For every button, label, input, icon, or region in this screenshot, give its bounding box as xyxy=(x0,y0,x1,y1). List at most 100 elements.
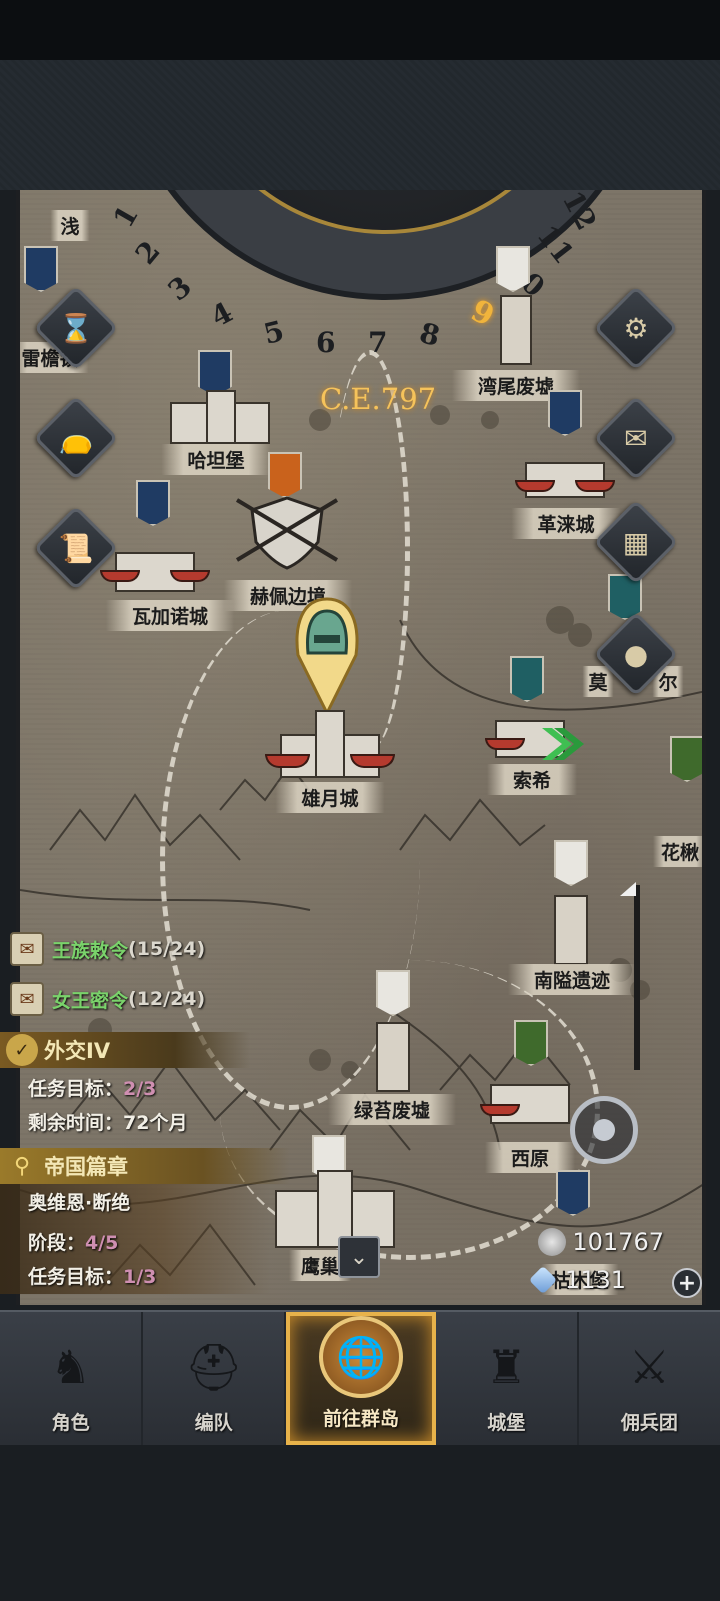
swords-icon: ⚔ xyxy=(628,1340,671,1394)
quest-queen-secret-count: (12/24) xyxy=(128,988,206,1010)
knight-icon: ♞ xyxy=(49,1340,92,1394)
lvtai-tower xyxy=(376,1022,410,1092)
advance-arrow-icon[interactable] xyxy=(540,724,586,764)
gelai-banner xyxy=(548,390,582,436)
nav-castle[interactable]: ♜ 城堡 xyxy=(436,1312,579,1445)
quest-queen-secret[interactable]: ✉ 女王密令 (12/24) xyxy=(10,982,205,1016)
diplomacy-time-value: 72个月 xyxy=(123,1112,188,1134)
leiyan-banner xyxy=(24,246,58,292)
nav-character[interactable]: ♞ 角色 xyxy=(0,1312,144,1445)
place-hatan-label[interactable]: 哈坦堡 xyxy=(161,444,271,475)
diplomacy-time: 剩余时间：72个月 xyxy=(28,1108,187,1135)
wanwei-banner xyxy=(496,246,530,292)
world-map[interactable]: C.E.797 1 2 3 4 5 6 7 8 9 10 11 12 浅 雷檐镇… xyxy=(16,190,706,1305)
diplomacy-target: 任务目标：2/3 xyxy=(28,1074,156,1101)
mail-icon: ✉ xyxy=(624,421,648,455)
globe-icon: 🌐 xyxy=(319,1316,403,1398)
silver-coin-icon xyxy=(538,1228,567,1256)
diplomacy-time-label: 剩余时间： xyxy=(28,1112,124,1134)
era-label: C.E.797 xyxy=(320,382,437,416)
nav-character-label: 角色 xyxy=(51,1412,90,1434)
handshake-icon: ✓ xyxy=(6,1034,38,1066)
place-lvtai-label[interactable]: 绿苔废墟 xyxy=(327,1094,457,1125)
place-huajiao-label[interactable]: 花楸 xyxy=(652,836,702,867)
lvtai-banner xyxy=(376,970,410,1016)
magnifier-icon: ⚲ xyxy=(13,1153,31,1179)
nav-mercenaries-label: 佣兵团 xyxy=(620,1412,678,1434)
hepei-shield-icon xyxy=(235,496,339,570)
place-suoxi-label[interactable]: 索希 xyxy=(486,764,578,795)
scroll-icon: ✉ xyxy=(10,982,44,1016)
nav-archipelago-label: 前往群岛 xyxy=(323,1408,400,1430)
suoxi-banner xyxy=(510,656,544,702)
nanai-banner xyxy=(554,840,588,886)
empire-chapter-stage: 阶段：4/5 xyxy=(28,1228,118,1255)
player-helmet-marker-icon[interactable] xyxy=(292,595,362,715)
place-xiyuan-label[interactable]: 西原 xyxy=(484,1142,576,1173)
top-band xyxy=(0,60,720,190)
crystal-resource: 1131 xyxy=(528,1265,626,1295)
bottom-navigation: ♞ 角色 ⛑ 编队 🌐 前往群岛 ♜ 城堡 ⚔ 佣兵团 xyxy=(0,1310,720,1445)
empire-chapter-title: 帝国篇章 xyxy=(44,1155,128,1179)
nanai-tower xyxy=(554,895,588,965)
scroll-icon: 📜 xyxy=(58,531,94,565)
xiyuan-castle xyxy=(480,1070,580,1125)
nav-formation-label: 编队 xyxy=(194,1412,233,1434)
gelai-castle xyxy=(515,440,615,500)
xiyuan-banner xyxy=(514,1020,548,1066)
silver-resource: 101767 xyxy=(538,1228,664,1256)
diplomacy-title: 外交IV xyxy=(44,1039,111,1063)
hatan-castle xyxy=(170,390,270,445)
hourglass-icon: ⌛ xyxy=(58,311,94,345)
empire-chapter-target: 任务目标：1/3 xyxy=(28,1262,156,1289)
huajiao-banner xyxy=(670,736,702,782)
add-resource-button[interactable]: + xyxy=(672,1268,702,1298)
silver-amount: 101767 xyxy=(572,1228,664,1256)
bag-icon: 👝 xyxy=(58,421,94,455)
route-flagpole xyxy=(634,885,640,1070)
empire-target-value: 1/3 xyxy=(123,1266,157,1288)
xiongyue-castle xyxy=(265,710,395,780)
castle-icon: ♜ xyxy=(485,1340,527,1394)
wanwei-tower xyxy=(500,295,532,365)
gear-icon: ⚙ xyxy=(623,311,649,345)
chevron-down-icon: ⌄ xyxy=(349,1244,369,1270)
place-xiongyue-label[interactable]: 雄月城 xyxy=(275,782,385,813)
place-nanai-label[interactable]: 南隘遗迹 xyxy=(507,964,637,995)
nav-mercenaries[interactable]: ⚔ 佣兵团 xyxy=(579,1312,720,1445)
game-screen: C.E.797 1 2 3 4 5 6 7 8 9 10 11 12 浅 雷檐镇… xyxy=(0,0,720,1601)
dial-month-6: 6 xyxy=(316,326,336,359)
place-qian-label: 浅 xyxy=(50,210,90,241)
empire-stage-value: 4/5 xyxy=(85,1232,119,1254)
collapse-panel-button[interactable]: ⌄ xyxy=(338,1236,380,1278)
nav-castle-label: 城堡 xyxy=(487,1412,526,1434)
route-flag xyxy=(620,882,636,896)
empire-target-label: 任务目标： xyxy=(28,1266,124,1288)
dial-month-7: 7 xyxy=(368,326,388,359)
coin-icon: ● xyxy=(623,637,649,671)
quest-royal-decree-title: 王族敕令 xyxy=(52,939,129,962)
helmet-icon: ⛑ xyxy=(184,1339,243,1394)
place-wajianuo-label[interactable]: 瓦加诺城 xyxy=(105,600,235,631)
diplomacy-target-label: 任务目标： xyxy=(28,1078,124,1100)
quest-queen-secret-title: 女王密令 xyxy=(52,989,129,1012)
nav-formation[interactable]: ⛑ 编队 xyxy=(143,1312,287,1445)
kumu-banner xyxy=(556,1170,590,1216)
empire-chapter-subtitle: 奥维恩·断绝 xyxy=(28,1192,131,1214)
empire-chapter-header[interactable]: ⚲ 帝国篇章 xyxy=(0,1148,290,1184)
scroll-icon: ✉ xyxy=(10,932,44,966)
crystal-amount: 1131 xyxy=(564,1266,626,1294)
plus-icon: + xyxy=(677,1270,697,1296)
wajianuo-banner xyxy=(136,480,170,526)
diplomacy-mission-header[interactable]: ✓ 外交IV xyxy=(0,1032,250,1068)
nav-archipelago[interactable]: 🌐 前往群岛 xyxy=(286,1312,436,1445)
wajianuo-castle xyxy=(100,530,210,595)
quest-royal-decree[interactable]: ✉ 王族敕令 (15/24) xyxy=(10,932,205,966)
quest-royal-decree-count: (15/24) xyxy=(128,938,206,960)
grid-icon: ▦ xyxy=(622,525,650,559)
empire-stage-label: 阶段： xyxy=(28,1232,86,1254)
locate-compass-icon[interactable] xyxy=(570,1096,638,1164)
crystal-icon xyxy=(528,1265,558,1295)
era-dial-center xyxy=(181,190,589,234)
diplomacy-target-value: 2/3 xyxy=(123,1078,157,1100)
